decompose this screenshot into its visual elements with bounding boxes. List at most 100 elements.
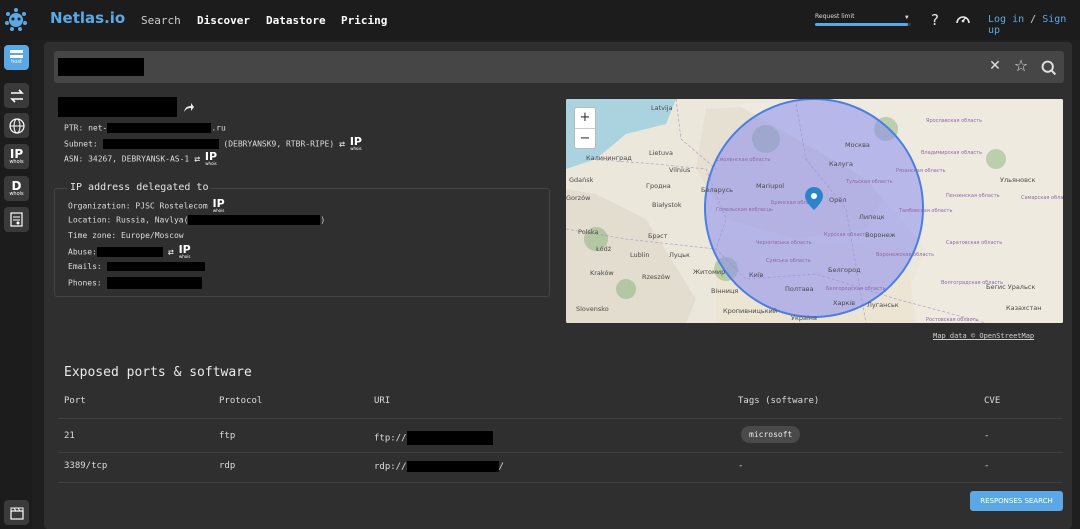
svg-text:Lietuva: Lietuva [649, 149, 673, 157]
svg-text:Гомельская вобласць: Гомельская вобласць [716, 207, 773, 213]
tag-chip[interactable]: microsoft [741, 426, 801, 443]
svg-text:Белгородская область: Белгородская область [826, 286, 886, 292]
help-icon[interactable]: ? [931, 11, 939, 29]
brand-title[interactable]: Netlas.io [50, 9, 125, 27]
nav-search[interactable]: Search [141, 14, 181, 27]
whois-badge: whois [350, 146, 362, 151]
svg-text:Житомир: Житомир [693, 268, 725, 276]
svg-text:Казахстан: Казахстан [1006, 304, 1041, 312]
responses-search-button[interactable]: RESPONSES SEARCH [970, 491, 1063, 511]
map-canvas[interactable]: Latvija Lietuva Калининград Gdańsk Vilni… [566, 99, 1063, 323]
svg-text:Gdańsk: Gdańsk [569, 176, 594, 184]
map-attribution-link[interactable]: Map data © OpenStreetMap [933, 332, 1034, 340]
svg-text:Самарская область: Самарская область [1021, 195, 1063, 201]
table-divider [58, 418, 1063, 419]
svg-text:Липецк: Липецк [859, 213, 885, 221]
sidebar-item-host[interactable]: host [4, 45, 29, 70]
nav-pricing[interactable]: Pricing [341, 14, 387, 27]
swap-icon[interactable]: ⇄ [194, 154, 200, 165]
uri-scheme: ftp:// [374, 433, 407, 444]
svg-text:Рязанская область: Рязанская область [896, 168, 946, 174]
ip-whois-icon[interactable]: IP whois [350, 136, 362, 151]
uri-suffix: / [498, 462, 504, 472]
cell-port: 3389/tcp [64, 461, 108, 471]
request-limit[interactable]: Request limit ▼ [815, 13, 913, 26]
svg-text:Polska: Polska [578, 228, 599, 236]
star-icon[interactable]: ☆ [1012, 56, 1030, 75]
redacted-uri [406, 461, 499, 472]
svg-text:Харків: Харків [833, 299, 855, 307]
ip-whois-icon[interactable]: IP whois [212, 198, 225, 213]
svg-text:Брэст: Брэст [648, 232, 668, 240]
swap-icon [9, 88, 24, 103]
swap-icon[interactable]: ⇄ [168, 247, 174, 258]
svg-text:Ростовская область: Ростовская область [926, 317, 978, 323]
certificate-icon [10, 212, 23, 227]
location-map[interactable]: Latvija Lietuva Калининград Gdańsk Vilni… [566, 99, 1063, 323]
cell-uri[interactable]: ftp:// [374, 431, 493, 445]
uri-scheme: rdp:// [374, 462, 407, 472]
ip-whois-icon[interactable]: IP whois [179, 244, 191, 259]
svg-text:Vilnius: Vilnius [669, 166, 691, 174]
column-uri: URI [374, 396, 391, 406]
svg-text:Ульяновск: Ульяновск [1000, 176, 1035, 184]
sidebar-item-clapper[interactable] [4, 500, 29, 525]
svg-text:Чернігівська область: Чернігівська область [756, 240, 812, 246]
sidebar-item-domain-whois[interactable]: D whois [4, 176, 29, 201]
cell-uri[interactable]: rdp:// / [374, 461, 504, 472]
svg-text:Slovensko: Slovensko [576, 305, 609, 313]
asn-row: ASN: 34267, DEBRYANSK-AS-1 ⇄ IP whois [64, 151, 217, 166]
auth-links: Log in / Sign up [988, 14, 1080, 36]
svg-text:Беларусь: Беларусь [701, 186, 733, 194]
svg-text:Гродна: Гродна [646, 182, 671, 190]
svg-text:Białystok: Białystok [652, 201, 682, 209]
location-label: Location: Russia, Navlya( [68, 215, 189, 225]
svg-text:Полтава: Полтава [785, 285, 814, 293]
column-port: Port [64, 396, 86, 406]
abuse-label: Abuse: [68, 247, 97, 257]
zoom-out-button[interactable]: − [575, 129, 595, 148]
nav-datastore[interactable]: Datastore [266, 14, 326, 27]
swap-icon[interactable]: ⇄ [339, 139, 345, 150]
sidebar-item-swap[interactable] [4, 83, 29, 108]
svg-text:Gorzów: Gorzów [566, 194, 591, 202]
ptr-row: PTR: net- .ru [64, 123, 226, 133]
nav-discover[interactable]: Discover [197, 14, 250, 27]
redacted-query [58, 58, 144, 76]
svg-text:Луганськ: Луганськ [867, 301, 899, 309]
subnet-row: Subnet: (DEBRYANSK9, RTBR-RIPE) ⇄ IP whoi… [64, 136, 362, 151]
subnet-label: Subnet: [64, 139, 98, 149]
sidebar-item-ip-whois[interactable]: IP whois [4, 144, 29, 169]
svg-text:Москва: Москва [845, 141, 870, 149]
redacted-ptr [107, 123, 212, 133]
login-link[interactable]: Log in [988, 14, 1024, 25]
svg-text:Саратовская область: Саратовская область [946, 240, 1002, 246]
search-input[interactable]: ✕ ☆ [54, 51, 1064, 83]
ip-whois-sub: whois [9, 158, 24, 165]
main-panel: ✕ ☆ PTR: net- .ru Subnet: (DEBRYANSK9, RT… [44, 42, 1072, 529]
svg-text:Воронежская область: Воронежская область [876, 252, 934, 258]
svg-text:Łódź: Łódź [595, 245, 612, 253]
svg-text:Волгоградская область: Волгоградская область [941, 280, 1003, 286]
whois-badge: whois [212, 208, 225, 213]
search-icon[interactable] [1040, 59, 1058, 77]
redacted-emails [106, 262, 205, 271]
sidebar-item-globe[interactable] [4, 113, 29, 138]
svg-text:Kraków: Kraków [590, 269, 614, 277]
speedometer-icon[interactable] [955, 12, 971, 28]
sidebar-item-certificate[interactable] [4, 207, 29, 232]
clear-icon[interactable]: ✕ [986, 58, 1004, 76]
netlas-logo-icon[interactable] [4, 6, 28, 32]
svg-text:Тамбовская область: Тамбовская область [898, 208, 952, 214]
column-cve: CVE [984, 396, 1001, 406]
svg-text:Latvija: Latvija [651, 104, 673, 112]
location-close: ) [320, 215, 326, 225]
phones-label: Phones: [68, 278, 102, 288]
share-icon[interactable] [183, 102, 195, 113]
zoom-in-button[interactable]: + [575, 108, 595, 129]
domain-whois-icon: D [11, 178, 22, 193]
ip-whois-icon[interactable]: IP whois [205, 151, 217, 166]
table-divider [58, 452, 1063, 453]
svg-text:Сумська область: Сумська область [766, 258, 811, 264]
location-row: Location: Russia, Navlya() [68, 215, 325, 225]
